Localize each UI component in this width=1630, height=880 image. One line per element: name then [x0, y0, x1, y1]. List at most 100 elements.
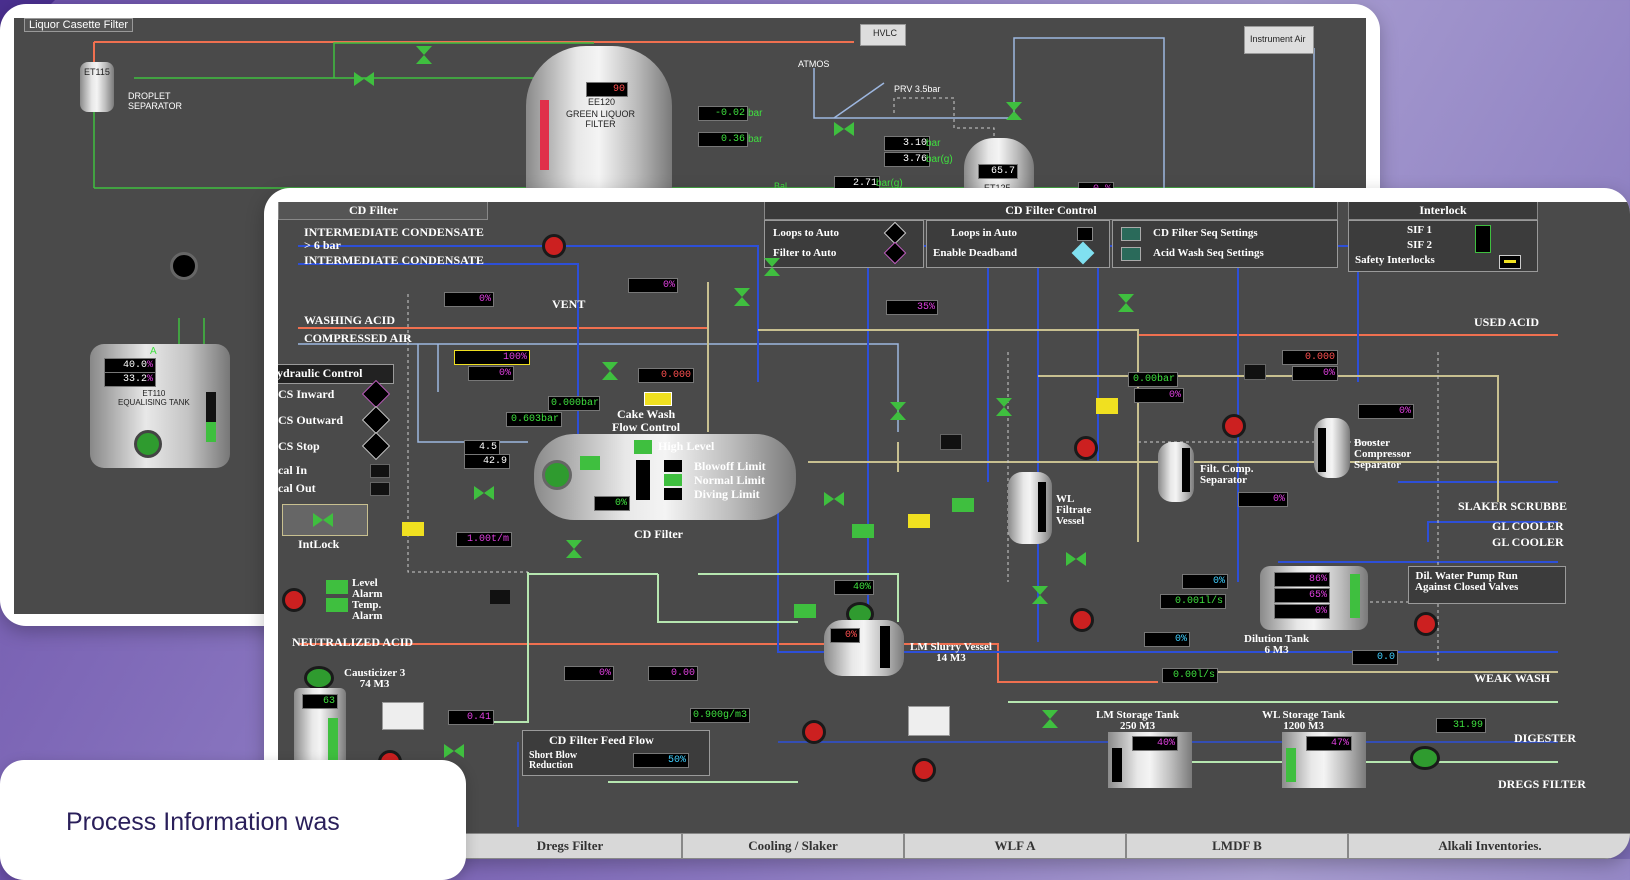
- filt-comp-separator: [1158, 442, 1194, 502]
- safety-interlock-indicator[interactable]: [1499, 255, 1521, 269]
- blowoff-indicator: [664, 460, 682, 472]
- instrument-air-box[interactable]: Instrument Air: [1244, 26, 1314, 54]
- wl-filtrate-level: [1038, 482, 1046, 532]
- disp-0900: 0.900g/m3: [690, 708, 750, 723]
- disp-0pct-7: 0%: [1358, 404, 1414, 419]
- storage-valve[interactable]: [1042, 710, 1058, 728]
- filter-level-square: [580, 456, 600, 470]
- mid-valve[interactable]: [890, 402, 906, 420]
- cake-wash-valve[interactable]: [602, 362, 618, 380]
- control-chart-icon[interactable]: [382, 702, 424, 730]
- cd-filter-drum[interactable]: [542, 460, 572, 490]
- et115-label: ET115: [84, 67, 110, 77]
- wl-bottom-valve[interactable]: [1066, 552, 1086, 566]
- dilution-86: 86%: [1274, 572, 1330, 587]
- tab-dregs-filter[interactable]: Dregs Filter: [458, 833, 682, 859]
- cake-wash-indicator: [644, 392, 672, 406]
- lm-storage-tank: 40%: [1108, 732, 1192, 788]
- green-square-2: [952, 498, 974, 512]
- et110-level1: 40.0%: [104, 358, 156, 373]
- storage-pump[interactable]: [912, 758, 936, 782]
- disp-041: 0.41: [448, 710, 494, 725]
- cs-outward-label: CS Outward: [278, 413, 344, 427]
- feed-pump[interactable]: [802, 720, 826, 744]
- seq-settings-label[interactable]: CD Filter Seq Settings: [1153, 227, 1258, 239]
- right-top-valve[interactable]: [1118, 294, 1134, 312]
- booster-label: Booster Compressor Separator: [1354, 437, 1412, 471]
- mid-pump[interactable]: [1070, 608, 1094, 632]
- tab-alkali-inventories[interactable]: Alkali Inventories.: [1348, 833, 1630, 859]
- yellow-alarm-2: [908, 514, 930, 528]
- enable-deadband-button[interactable]: [1071, 241, 1095, 265]
- filtrate-pump[interactable]: [1074, 436, 1098, 460]
- short-blow-value[interactable]: 50%: [633, 753, 689, 768]
- intlock-valve-icon: [313, 513, 333, 527]
- back-valve-3[interactable]: [834, 122, 854, 136]
- intlock-valve-box[interactable]: [282, 504, 368, 536]
- acid-wash-settings-icon[interactable]: [1121, 247, 1141, 261]
- disp-0pct-3: 0%: [468, 366, 514, 381]
- chart-icon-2[interactable]: [908, 706, 950, 736]
- lower-green-valve[interactable]: [1032, 586, 1048, 604]
- hvlc-box[interactable]: HVLC: [860, 24, 906, 46]
- interlock-panel: SIF 1 SIF 2 Safety Interlocks: [1348, 220, 1538, 272]
- disp-00: 0.0: [1352, 650, 1398, 665]
- lm-slurry-vessel: 0%: [824, 620, 904, 676]
- dil-water-pump[interactable]: [1414, 612, 1438, 636]
- p2-unit: bar: [748, 134, 763, 145]
- causticizer-valve[interactable]: [444, 744, 464, 758]
- ee120-label: EE120: [588, 97, 616, 107]
- d2-display: 3.76: [884, 152, 930, 167]
- back-pump[interactable]: [170, 252, 198, 280]
- booster-level: [1318, 428, 1326, 472]
- dilution-tank-label: Dilution Tank 6 M3: [1244, 633, 1310, 656]
- back-valve-2[interactable]: [416, 46, 432, 64]
- acid-wash-settings-label[interactable]: Acid Wash Seq Settings: [1153, 247, 1264, 259]
- filter-side-valve[interactable]: [824, 492, 844, 506]
- neutralized-acid-label: NEUTRALIZED ACID: [292, 635, 414, 649]
- left-pump[interactable]: [282, 588, 306, 612]
- disp-0pct-5: 0%: [1134, 388, 1184, 403]
- lm-storage-level: [1112, 748, 1122, 782]
- filt-comp-separator-label: Filt. Comp. Separator: [1200, 463, 1254, 486]
- lm-slurry-level: [880, 626, 890, 668]
- cd-filter-title: CD Filter: [278, 202, 488, 220]
- booster-compressor-separator: [1314, 418, 1350, 478]
- back-valve-1[interactable]: [354, 72, 374, 86]
- feed-flow-title: CD Filter Feed Flow: [549, 733, 654, 747]
- et110-pump[interactable]: [134, 430, 162, 458]
- safety-interlocks-label: Safety Interlocks: [1355, 254, 1435, 266]
- wl-storage-tank: 47%: [1282, 732, 1366, 788]
- tab-wlf-a[interactable]: WLF A: [904, 833, 1126, 859]
- level-alarm-indicator: [326, 580, 348, 594]
- filtrate-valve[interactable]: [996, 398, 1012, 416]
- tab-lmdf-b[interactable]: LMDF B: [1126, 833, 1348, 859]
- causticizer-agitator[interactable]: [304, 666, 334, 690]
- et110-label: ET110 EQUALISING TANK: [118, 389, 190, 407]
- cake-wash-label: Cake Wash Flow Control: [612, 407, 681, 435]
- front-screenshot-card: CD Filter CD Filter Control Loops to Aut…: [264, 188, 1630, 859]
- enable-deadband-label: Enable Deadband: [933, 247, 1018, 259]
- compressed-air-label: COMPRESSED AIR: [304, 331, 412, 345]
- hvlc-label: HVLC: [873, 28, 898, 38]
- top-valve[interactable]: [764, 258, 780, 276]
- tab-cooling-slaker[interactable]: Cooling / Slaker: [682, 833, 904, 859]
- filter-inlet-valve[interactable]: [474, 486, 494, 500]
- digester-pump[interactable]: [1410, 746, 1440, 770]
- droplet-separator-label: DROPLET SEPARATOR: [128, 91, 183, 111]
- lm-slurry-label: LM Slurry Vessel 14 M3: [910, 641, 992, 664]
- filt-comp-pump[interactable]: [1222, 414, 1246, 438]
- vent-valve[interactable]: [734, 288, 750, 306]
- wl-filtrate-label: WL Filtrate Vessel: [1056, 493, 1092, 527]
- ee120-level-bar: [540, 100, 549, 170]
- condensate-pump[interactable]: [542, 234, 566, 258]
- filter-outlet-valve[interactable]: [566, 540, 582, 558]
- control-header: CD Filter Control: [764, 202, 1338, 220]
- disp-0603: 0.603bar: [506, 412, 562, 427]
- filt-comp-level: [1182, 448, 1190, 492]
- back-valve-4[interactable]: [1006, 102, 1022, 120]
- filter-to-auto-button[interactable]: [883, 241, 907, 265]
- dregs-filter-out-label: DREGS FILTER: [1498, 777, 1586, 791]
- inter-cond-label: INTERMEDIATE CONDENSATE: [304, 253, 484, 267]
- seq-settings-icon[interactable]: [1121, 227, 1141, 241]
